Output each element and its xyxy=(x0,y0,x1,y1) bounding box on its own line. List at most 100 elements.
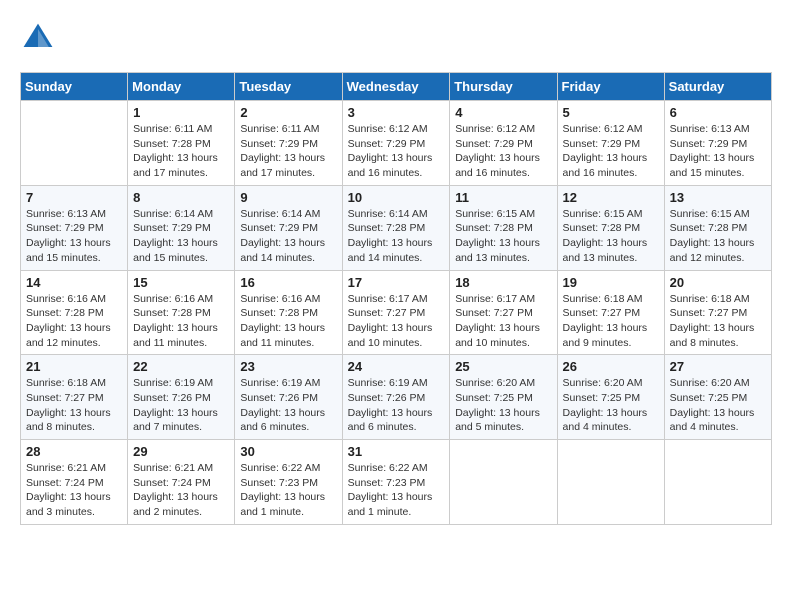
day-number: 18 xyxy=(455,275,551,290)
day-number: 13 xyxy=(670,190,766,205)
weekday-header-saturday: Saturday xyxy=(664,73,771,101)
day-number: 11 xyxy=(455,190,551,205)
day-info: Sunrise: 6:21 AM Sunset: 7:24 PM Dayligh… xyxy=(133,461,229,520)
day-info: Sunrise: 6:13 AM Sunset: 7:29 PM Dayligh… xyxy=(670,122,766,181)
calendar-cell: 12 Sunrise: 6:15 AM Sunset: 7:28 PM Dayli… xyxy=(557,185,664,270)
day-number: 3 xyxy=(348,105,445,120)
day-info: Sunrise: 6:15 AM Sunset: 7:28 PM Dayligh… xyxy=(563,207,659,266)
weekday-header-sunday: Sunday xyxy=(21,73,128,101)
day-number: 10 xyxy=(348,190,445,205)
day-number: 7 xyxy=(26,190,122,205)
day-number: 28 xyxy=(26,444,122,459)
day-info: Sunrise: 6:16 AM Sunset: 7:28 PM Dayligh… xyxy=(26,292,122,351)
calendar-cell: 10 Sunrise: 6:14 AM Sunset: 7:28 PM Dayli… xyxy=(342,185,450,270)
calendar-cell: 28 Sunrise: 6:21 AM Sunset: 7:24 PM Dayli… xyxy=(21,440,128,525)
day-number: 15 xyxy=(133,275,229,290)
logo xyxy=(20,20,60,56)
day-info: Sunrise: 6:13 AM Sunset: 7:29 PM Dayligh… xyxy=(26,207,122,266)
day-info: Sunrise: 6:14 AM Sunset: 7:29 PM Dayligh… xyxy=(240,207,336,266)
calendar-cell: 6 Sunrise: 6:13 AM Sunset: 7:29 PM Daylig… xyxy=(664,101,771,186)
logo-icon xyxy=(20,20,56,56)
calendar-cell xyxy=(557,440,664,525)
day-info: Sunrise: 6:18 AM Sunset: 7:27 PM Dayligh… xyxy=(563,292,659,351)
page-header xyxy=(20,20,772,56)
calendar-week-row: 14 Sunrise: 6:16 AM Sunset: 7:28 PM Dayli… xyxy=(21,270,772,355)
calendar-cell: 23Sunrise: 6:19 AM Sunset: 7:26 PM Dayli… xyxy=(235,355,342,440)
calendar-cell: 25 Sunrise: 6:20 AM Sunset: 7:25 PM Dayli… xyxy=(450,355,557,440)
day-info: Sunrise: 6:19 AM Sunset: 7:26 PM Dayligh… xyxy=(348,376,445,435)
day-info: Sunrise: 6:12 AM Sunset: 7:29 PM Dayligh… xyxy=(348,122,445,181)
day-number: 5 xyxy=(563,105,659,120)
calendar-cell: 21Sunrise: 6:18 AM Sunset: 7:27 PM Dayli… xyxy=(21,355,128,440)
calendar-cell: 5 Sunrise: 6:12 AM Sunset: 7:29 PM Daylig… xyxy=(557,101,664,186)
day-number: 27 xyxy=(670,359,766,374)
day-info: Sunrise: 6:15 AM Sunset: 7:28 PM Dayligh… xyxy=(455,207,551,266)
weekday-header-row: SundayMondayTuesdayWednesdayThursdayFrid… xyxy=(21,73,772,101)
calendar-cell: 8 Sunrise: 6:14 AM Sunset: 7:29 PM Daylig… xyxy=(128,185,235,270)
day-number: 24 xyxy=(348,359,445,374)
calendar-cell: 18Sunrise: 6:17 AM Sunset: 7:27 PM Dayli… xyxy=(450,270,557,355)
day-info: Sunrise: 6:18 AM Sunset: 7:27 PM Dayligh… xyxy=(26,376,122,435)
day-number: 22 xyxy=(133,359,229,374)
calendar-cell: 31Sunrise: 6:22 AM Sunset: 7:23 PM Dayli… xyxy=(342,440,450,525)
day-info: Sunrise: 6:19 AM Sunset: 7:26 PM Dayligh… xyxy=(133,376,229,435)
day-info: Sunrise: 6:20 AM Sunset: 7:25 PM Dayligh… xyxy=(455,376,551,435)
calendar-cell: 1 Sunrise: 6:11 AM Sunset: 7:28 PM Daylig… xyxy=(128,101,235,186)
calendar-cell xyxy=(21,101,128,186)
day-number: 20 xyxy=(670,275,766,290)
day-number: 8 xyxy=(133,190,229,205)
calendar-cell: 30Sunrise: 6:22 AM Sunset: 7:23 PM Dayli… xyxy=(235,440,342,525)
calendar-table: SundayMondayTuesdayWednesdayThursdayFrid… xyxy=(20,72,772,525)
day-number: 25 xyxy=(455,359,551,374)
weekday-header-monday: Monday xyxy=(128,73,235,101)
day-number: 23 xyxy=(240,359,336,374)
day-info: Sunrise: 6:17 AM Sunset: 7:27 PM Dayligh… xyxy=(348,292,445,351)
weekday-header-wednesday: Wednesday xyxy=(342,73,450,101)
calendar-cell: 15Sunrise: 6:16 AM Sunset: 7:28 PM Dayli… xyxy=(128,270,235,355)
calendar-cell: 20Sunrise: 6:18 AM Sunset: 7:27 PM Dayli… xyxy=(664,270,771,355)
day-info: Sunrise: 6:14 AM Sunset: 7:29 PM Dayligh… xyxy=(133,207,229,266)
calendar-cell: 27Sunrise: 6:20 AM Sunset: 7:25 PM Dayli… xyxy=(664,355,771,440)
calendar-cell: 24 Sunrise: 6:19 AM Sunset: 7:26 PM Dayli… xyxy=(342,355,450,440)
calendar-week-row: 21Sunrise: 6:18 AM Sunset: 7:27 PM Dayli… xyxy=(21,355,772,440)
calendar-cell: 3 Sunrise: 6:12 AM Sunset: 7:29 PM Daylig… xyxy=(342,101,450,186)
day-info: Sunrise: 6:21 AM Sunset: 7:24 PM Dayligh… xyxy=(26,461,122,520)
calendar-cell: 29 Sunrise: 6:21 AM Sunset: 7:24 PM Dayli… xyxy=(128,440,235,525)
day-info: Sunrise: 6:22 AM Sunset: 7:23 PM Dayligh… xyxy=(240,461,336,520)
weekday-header-tuesday: Tuesday xyxy=(235,73,342,101)
day-number: 19 xyxy=(563,275,659,290)
day-number: 6 xyxy=(670,105,766,120)
day-info: Sunrise: 6:12 AM Sunset: 7:29 PM Dayligh… xyxy=(563,122,659,181)
day-number: 1 xyxy=(133,105,229,120)
calendar-cell: 9Sunrise: 6:14 AM Sunset: 7:29 PM Daylig… xyxy=(235,185,342,270)
day-info: Sunrise: 6:11 AM Sunset: 7:29 PM Dayligh… xyxy=(240,122,336,181)
day-number: 31 xyxy=(348,444,445,459)
day-number: 4 xyxy=(455,105,551,120)
day-info: Sunrise: 6:12 AM Sunset: 7:29 PM Dayligh… xyxy=(455,122,551,181)
weekday-header-friday: Friday xyxy=(557,73,664,101)
day-number: 29 xyxy=(133,444,229,459)
calendar-cell: 16Sunrise: 6:16 AM Sunset: 7:28 PM Dayli… xyxy=(235,270,342,355)
calendar-cell: 7 Sunrise: 6:13 AM Sunset: 7:29 PM Daylig… xyxy=(21,185,128,270)
day-number: 14 xyxy=(26,275,122,290)
day-number: 12 xyxy=(563,190,659,205)
calendar-week-row: 28 Sunrise: 6:21 AM Sunset: 7:24 PM Dayli… xyxy=(21,440,772,525)
calendar-cell: 26Sunrise: 6:20 AM Sunset: 7:25 PM Dayli… xyxy=(557,355,664,440)
calendar-cell xyxy=(450,440,557,525)
day-number: 17 xyxy=(348,275,445,290)
calendar-cell: 4 Sunrise: 6:12 AM Sunset: 7:29 PM Daylig… xyxy=(450,101,557,186)
day-info: Sunrise: 6:15 AM Sunset: 7:28 PM Dayligh… xyxy=(670,207,766,266)
calendar-cell: 19 Sunrise: 6:18 AM Sunset: 7:27 PM Dayli… xyxy=(557,270,664,355)
calendar-cell: 13 Sunrise: 6:15 AM Sunset: 7:28 PM Dayli… xyxy=(664,185,771,270)
calendar-week-row: 1 Sunrise: 6:11 AM Sunset: 7:28 PM Daylig… xyxy=(21,101,772,186)
calendar-cell xyxy=(664,440,771,525)
day-number: 2 xyxy=(240,105,336,120)
day-info: Sunrise: 6:14 AM Sunset: 7:28 PM Dayligh… xyxy=(348,207,445,266)
calendar-week-row: 7 Sunrise: 6:13 AM Sunset: 7:29 PM Daylig… xyxy=(21,185,772,270)
calendar-cell: 2 Sunrise: 6:11 AM Sunset: 7:29 PM Daylig… xyxy=(235,101,342,186)
day-info: Sunrise: 6:11 AM Sunset: 7:28 PM Dayligh… xyxy=(133,122,229,181)
calendar-cell: 22 Sunrise: 6:19 AM Sunset: 7:26 PM Dayli… xyxy=(128,355,235,440)
calendar-cell: 17 Sunrise: 6:17 AM Sunset: 7:27 PM Dayli… xyxy=(342,270,450,355)
day-number: 16 xyxy=(240,275,336,290)
day-number: 26 xyxy=(563,359,659,374)
